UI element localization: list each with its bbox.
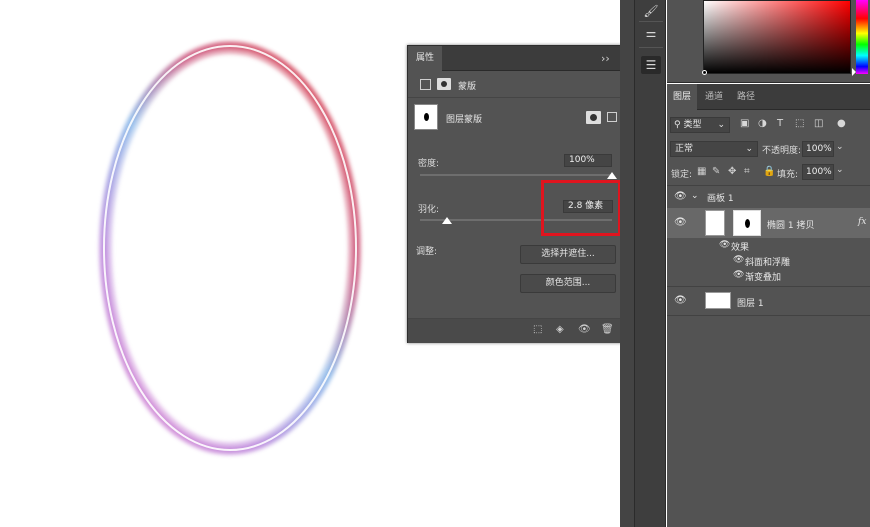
chevron-down-icon[interactable]: ⌄ [836,142,844,152]
artboard-row[interactable]: 👁 ⌄ 画板 1 [667,186,870,208]
mask-label: 蒙版 [458,82,477,92]
layer-row-ellipse-copy[interactable]: 👁 椭圆 1 拷贝 fx [667,208,870,238]
mask-thumbnail [414,104,438,130]
eye-icon[interactable]: 👁 [674,295,687,306]
adjust-label: 调整: [416,247,438,257]
chevron-down-icon[interactable]: ⌄ [836,165,844,175]
lock-transparent-icon[interactable]: ▦ [697,166,706,177]
color-picker-panel [667,0,870,83]
dock-divider [620,0,634,527]
eye-icon[interactable]: 👁 [674,217,687,228]
effects-row[interactable]: 👁 效果 [667,239,870,254]
effects-label: 效果 [731,243,750,253]
artboard-name: 画板 1 [707,194,734,204]
opacity-label: 不透明度: [762,146,802,156]
chevron-down-icon: ⌄ [745,144,753,154]
properties-adjust-icon[interactable]: ☰ [641,56,661,74]
color-field[interactable] [702,0,851,75]
layer-mask-row: 图层蒙版 [414,104,624,134]
properties-bottom-bar: ⬚ ◈ 👁 🗑 [408,318,633,343]
layer-mask-thumbnail[interactable] [733,210,761,236]
blend-row: 正常 ⌄ 不透明度: 100% ⌄ [667,141,870,159]
layer-thumbnail [705,210,725,236]
tab-paths[interactable]: 路径 [731,84,761,110]
feather-slider-thumb[interactable] [441,217,452,224]
lock-row: 锁定: ▦ ✎ ✥ ⌗ 🔒 填充: 100% ⌄ [667,164,870,182]
blend-mode-select[interactable]: 正常 ⌄ [670,141,758,157]
filter-pixel-icon[interactable]: ▣ [740,118,749,129]
lock-position-icon[interactable]: ✥ [728,166,736,177]
select-and-mask-button[interactable]: 选择并遮住... [520,245,616,264]
filter-toggle-icon[interactable]: ● [837,118,846,129]
density-label: 密度: [418,159,440,169]
eye-icon[interactable]: 👁 [578,324,591,335]
layer-row-layer1[interactable]: 👁 图层 1 [667,287,870,315]
filter-type-icon[interactable]: T [777,118,783,129]
mask-header-row: 蒙版 [408,72,633,98]
filter-kind-value: 类型 [683,120,702,130]
fill-input[interactable]: 100% [802,164,834,180]
effect-bevel-row[interactable]: 👁 斜面和浮雕 [667,254,870,269]
lock-paint-icon[interactable]: ✎ [712,166,720,177]
properties-title-bar: 属性 ›› [408,46,633,71]
density-slider-thumb[interactable] [607,172,617,179]
blend-mode-value: 正常 [675,144,694,154]
search-icon: ⚲ [674,120,681,130]
filter-adjustment-icon[interactable]: ◑ [758,118,767,129]
filter-kind-select[interactable]: ⚲ 类型 ⌄ [670,117,730,133]
layers-panel: 图层 通道 路径 ⚲ 类型 ⌄ ▣ ◑ T ⬚ ◫ ● 正常 ⌄ 不透明度: 1… [667,84,870,527]
pixel-mask-icon[interactable] [437,78,451,90]
layer-filter-row: ⚲ 类型 ⌄ ▣ ◑ T ⬚ ◫ ● [667,117,870,135]
feather-label: 羽化: [418,205,440,215]
add-pixel-mask-icon[interactable] [586,111,601,124]
properties-tab[interactable]: 属性 [408,46,442,71]
effect-gradient-row[interactable]: 👁 渐变叠加 [667,269,870,284]
eye-icon[interactable]: 👁 [733,255,744,265]
lock-artboard-icon[interactable]: ⌗ [744,166,750,177]
collapse-icon[interactable]: ›› [601,52,610,65]
filter-shape-icon[interactable]: ⬚ [795,118,804,129]
ellipse-ring-artwork [99,41,361,455]
tab-layers[interactable]: 图层 [667,84,697,110]
effect-gradient-label: 渐变叠加 [745,273,782,283]
effect-bevel-label: 斜面和浮雕 [745,258,791,268]
brush-icon[interactable]: 🖌 [641,2,661,20]
chevron-down-icon[interactable]: ⌄ [691,191,699,201]
eye-icon[interactable]: 👁 [674,191,687,202]
chevron-down-icon: ⌄ [717,120,725,130]
feather-highlight-box [541,180,621,236]
fill-label: 填充: [777,170,799,180]
sliders-icon[interactable]: ⚌ [641,24,661,42]
lock-label: 锁定: [671,170,693,180]
fx-icon[interactable]: fx [858,217,866,227]
vector-mask-icon[interactable] [420,79,431,90]
density-slider-track[interactable] [420,174,612,176]
eye-icon[interactable]: 👁 [733,270,744,280]
dock-icon-strip: 🖌 ⚌ ☰ [634,0,666,527]
filter-smart-icon[interactable]: ◫ [814,118,823,129]
opacity-input[interactable]: 100% [802,141,834,157]
lock-icon[interactable]: 🔒 [763,166,775,177]
selection-icon[interactable]: ⬚ [533,324,542,335]
add-vector-mask-icon[interactable] [607,112,617,122]
tab-channels[interactable]: 通道 [699,84,729,110]
hue-slider[interactable] [852,0,868,76]
trash-icon[interactable]: 🗑 [601,324,614,335]
layer-name: 图层 1 [737,299,764,309]
layer-name: 椭圆 1 拷贝 [767,221,815,231]
layer-thumbnail [705,292,731,309]
layers-tabs: 图层 通道 路径 [667,84,870,110]
eye-icon[interactable]: 👁 [719,240,730,250]
density-input[interactable]: 100% [564,154,612,167]
layer-mask-label: 图层蒙版 [446,115,483,125]
apply-mask-icon[interactable]: ◈ [556,324,564,335]
color-range-button[interactable]: 颜色范围... [520,274,616,293]
